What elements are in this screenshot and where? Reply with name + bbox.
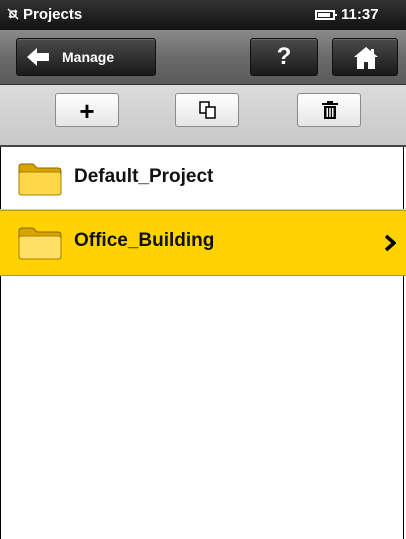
add-project-button[interactable]: + [55, 93, 119, 127]
home-icon [354, 47, 378, 69]
clock-time: 11:37 [341, 6, 379, 23]
plus-icon: + [79, 96, 95, 126]
status-bar: Projects 11:37 [0, 0, 406, 30]
project-list: Default_Project Office_Building [0, 147, 406, 276]
project-name: Office_Building [74, 230, 215, 251]
satellite-icon [7, 8, 19, 20]
home-button[interactable] [332, 38, 398, 76]
help-icon: ? [276, 43, 292, 70]
folder-icon [18, 163, 62, 196]
back-button-label: Manage [62, 49, 115, 65]
folder-icon [18, 227, 62, 260]
battery-icon [315, 10, 337, 20]
back-button[interactable]: Manage [16, 38, 156, 76]
project-name: Default_Project [74, 166, 214, 187]
delete-project-button[interactable] [297, 93, 361, 127]
app-title: Projects [23, 6, 83, 23]
copy-icon [199, 101, 216, 119]
help-button[interactable]: ? [250, 38, 318, 76]
navigation-bar: Manage ? [0, 30, 406, 85]
trash-icon [322, 101, 338, 119]
list-item-office-building[interactable]: Office_Building [0, 210, 406, 276]
chevron-right-icon [384, 234, 396, 252]
arrow-left-icon [27, 48, 49, 66]
copy-project-button[interactable] [175, 93, 239, 127]
project-toolbar: + [0, 85, 406, 147]
list-item-default-project[interactable]: Default_Project [0, 147, 406, 210]
